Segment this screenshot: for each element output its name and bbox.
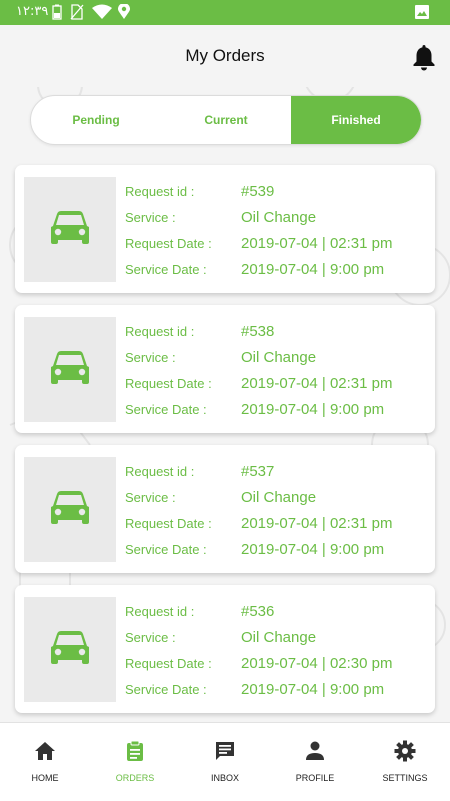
request-date-label: Request Date : (125, 376, 212, 391)
nav-inbox-label: INBOX (210, 773, 239, 783)
service-date-value: 2019-07-04 | 9:00 pm (241, 681, 385, 698)
order-status-tabs: Pending Current Finished (30, 95, 422, 145)
service-date-value: 2019-07-04 | 9:00 pm (241, 261, 385, 278)
person-icon (306, 741, 324, 760)
page-title: My Orders (185, 46, 265, 65)
order-card[interactable]: Request id : #537 Service : Oil Change Req… (15, 445, 435, 573)
nav-profile-label: PROFILE (295, 773, 335, 783)
order-thumbnail (24, 177, 116, 282)
car-icon (51, 351, 89, 384)
nav-profile[interactable]: PROFILE (270, 723, 360, 801)
request-id-label: Request id : (125, 184, 195, 199)
service-date-label: Service Date : (125, 402, 207, 417)
battery-icon (52, 4, 62, 25)
service-date-value: 2019-07-04 | 9:00 pm (241, 401, 385, 418)
request-date-value: 2019-07-04 | 02:31 pm (241, 235, 393, 252)
gear-icon (394, 740, 416, 762)
service-label: Service : (125, 210, 176, 225)
location-icon (118, 3, 130, 25)
order-card[interactable]: Request id : #539 Service : Oil Change Req… (15, 165, 435, 293)
app-bar: My Orders (0, 25, 450, 87)
service-value: Oil Change (241, 349, 317, 366)
service-label: Service : (125, 490, 176, 505)
status-bar: ١٢:٣٩ (0, 0, 450, 25)
request-id-value: #537 (241, 463, 275, 480)
bell-icon[interactable] (412, 43, 436, 76)
car-icon (51, 211, 89, 244)
request-date-label: Request Date : (125, 236, 212, 251)
request-id-value: #539 (241, 183, 275, 200)
service-date-label: Service Date : (125, 542, 207, 557)
service-date-label: Service Date : (125, 262, 207, 277)
request-date-label: Request Date : (125, 516, 212, 531)
request-date-value: 2019-07-04 | 02:30 pm (241, 655, 393, 672)
tab-current[interactable]: Current (161, 96, 291, 144)
chat-icon (216, 742, 234, 760)
request-id-label: Request id : (125, 464, 195, 479)
request-date-value: 2019-07-04 | 02:31 pm (241, 515, 393, 532)
bottom-navigation: HOME ORDERS INBOX PROFILE SETTINGS (0, 722, 450, 801)
car-icon (51, 491, 89, 524)
order-card[interactable]: Request id : #538 Service : Oil Change Req… (15, 305, 435, 433)
request-id-value: #536 (241, 603, 275, 620)
order-thumbnail (24, 457, 116, 562)
tab-finished[interactable]: Finished (291, 96, 421, 144)
service-label: Service : (125, 350, 176, 365)
nav-orders[interactable]: ORDERS (90, 723, 180, 801)
tab-pending[interactable]: Pending (31, 96, 161, 144)
request-id-value: #538 (241, 323, 275, 340)
request-id-label: Request id : (125, 324, 195, 339)
gallery-icon (414, 4, 430, 25)
order-card[interactable]: Request id : #536 Service : Oil Change Req… (15, 585, 435, 713)
nav-home[interactable]: HOME (0, 723, 90, 801)
service-value: Oil Change (241, 629, 317, 646)
nav-inbox[interactable]: INBOX (180, 723, 270, 801)
status-time: ١٢:٣٩ (16, 4, 49, 19)
service-label: Service : (125, 630, 176, 645)
service-date-label: Service Date : (125, 682, 207, 697)
car-icon (51, 631, 89, 664)
home-icon (35, 742, 55, 760)
nav-settings-label: SETTINGS (382, 773, 428, 783)
request-date-value: 2019-07-04 | 02:31 pm (241, 375, 393, 392)
wifi-icon (92, 4, 112, 25)
no-signal-icon (70, 4, 84, 25)
nav-settings[interactable]: SETTINGS (360, 723, 450, 801)
service-date-value: 2019-07-04 | 9:00 pm (241, 541, 385, 558)
order-thumbnail (24, 317, 116, 422)
orders-list: Request id : #539 Service : Oil Change Req… (15, 165, 435, 725)
order-thumbnail (24, 597, 116, 702)
service-value: Oil Change (241, 209, 317, 226)
nav-home-label: HOME (31, 773, 59, 783)
nav-orders-label: ORDERS (115, 773, 155, 783)
request-id-label: Request id : (125, 604, 195, 619)
service-value: Oil Change (241, 489, 317, 506)
request-date-label: Request Date : (125, 656, 212, 671)
clipboard-icon (127, 740, 143, 761)
